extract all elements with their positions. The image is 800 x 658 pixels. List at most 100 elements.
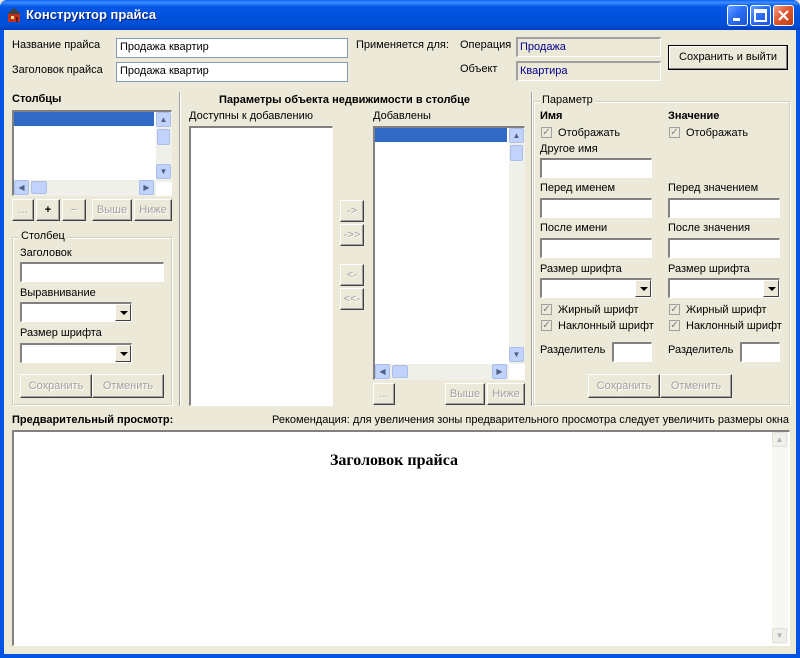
scroll-up-icon[interactable]: ▲: [509, 128, 524, 143]
column-font-size-label: Размер шрифта: [20, 327, 102, 339]
parameter-save-button[interactable]: Сохранить: [588, 374, 660, 398]
show-value-checkbox[interactable]: ✓: [669, 127, 680, 138]
price-name-label: Название прайса: [12, 39, 101, 51]
param-down-button[interactable]: Ниже: [487, 383, 525, 405]
preview-pane[interactable]: Заголовок прайса ▲ ▼: [12, 430, 790, 646]
price-name-input[interactable]: Продажа квартир: [116, 38, 348, 58]
value-bold-checkbox[interactable]: ✓: [669, 304, 680, 315]
app-icon: [7, 8, 21, 22]
move-left-button[interactable]: <-: [340, 264, 364, 286]
scroll-down-icon[interactable]: ▼: [156, 164, 171, 179]
value-separator-input[interactable]: [740, 342, 780, 362]
minimize-icon: [733, 18, 740, 21]
name-font-size-select[interactable]: [540, 278, 652, 298]
parameter-group-title: Параметр: [540, 94, 595, 106]
move-all-left-button[interactable]: <<-: [340, 288, 364, 310]
after-value-input[interactable]: [668, 238, 780, 258]
name-separator-input[interactable]: [612, 342, 652, 362]
scroll-up-icon[interactable]: ▲: [772, 432, 787, 447]
columns-vscrollbar[interactable]: ▲ ▼: [156, 112, 172, 182]
columns-hscrollbar[interactable]: ◀ ▶: [14, 180, 156, 196]
window-title: Конструктор прайса: [26, 7, 157, 22]
available-list[interactable]: [189, 126, 333, 406]
close-icon: [778, 10, 789, 21]
value-column-title: Значение: [668, 110, 720, 122]
move-right-button[interactable]: ->: [340, 200, 364, 222]
column-font-size-select[interactable]: [20, 343, 132, 363]
scroll-thumb[interactable]: [510, 145, 523, 161]
show-name-checkbox[interactable]: ✓: [541, 127, 552, 138]
move-all-right-button[interactable]: ->>: [340, 224, 364, 246]
align-select[interactable]: [20, 302, 132, 322]
preview-price-title: Заголовок прайса: [329, 452, 459, 469]
scroll-down-icon[interactable]: ▼: [772, 628, 787, 643]
scroll-right-icon[interactable]: ▶: [139, 180, 154, 195]
column-header-input[interactable]: [20, 262, 164, 282]
operation-label: Операция: [460, 39, 512, 51]
applies-label: Применяется для:: [356, 39, 449, 51]
scroll-up-icon[interactable]: ▲: [156, 112, 171, 127]
before-name-input[interactable]: [540, 198, 652, 218]
list-item[interactable]: [14, 112, 154, 126]
preview-vscrollbar[interactable]: ▲ ▼: [772, 432, 788, 644]
scroll-right-icon[interactable]: ▶: [492, 364, 507, 379]
scroll-down-icon[interactable]: ▼: [509, 347, 524, 362]
align-label: Выравнивание: [20, 287, 96, 299]
maximize-icon: [754, 9, 767, 22]
minimize-button[interactable]: [727, 5, 748, 26]
show-value-label: Отображать: [686, 127, 749, 139]
scroll-thumb[interactable]: [157, 129, 170, 145]
object-value: Квартира: [516, 61, 661, 81]
main-window: Конструктор прайса Название прайса Прода…: [0, 0, 800, 658]
add-column-button[interactable]: +: [36, 199, 60, 221]
list-item[interactable]: [375, 128, 507, 142]
divider: [179, 92, 181, 406]
scroll-left-icon[interactable]: ◀: [375, 364, 390, 379]
value-italic-checkbox[interactable]: ✓: [669, 320, 680, 331]
name-italic-label: Наклонный шрифт: [558, 320, 654, 332]
title-bar[interactable]: Конструктор прайса: [0, 0, 800, 30]
name-font-size-label: Размер шрифта: [540, 263, 622, 275]
value-bold-label: Жирный шрифт: [686, 304, 767, 316]
before-value-input[interactable]: [668, 198, 780, 218]
columns-title: Столбцы: [12, 93, 62, 105]
name-italic-checkbox[interactable]: ✓: [541, 320, 552, 331]
added-list[interactable]: ▲ ▼ ◀ ▶: [373, 126, 525, 380]
params-dots-button[interactable]: ...: [373, 383, 395, 405]
before-value-label: Перед значением: [668, 182, 759, 194]
parameter-cancel-button[interactable]: Отменить: [660, 374, 732, 398]
after-name-input[interactable]: [540, 238, 652, 258]
chevron-down-icon[interactable]: [763, 280, 779, 297]
column-save-button[interactable]: Сохранить: [20, 374, 92, 398]
chevron-down-icon[interactable]: [115, 304, 131, 321]
chevron-down-icon[interactable]: [635, 280, 651, 297]
column-cancel-button[interactable]: Отменить: [92, 374, 164, 398]
value-font-size-select[interactable]: [668, 278, 780, 298]
chevron-down-icon[interactable]: [115, 345, 131, 362]
save-exit-button[interactable]: Сохранить и выйти: [668, 45, 788, 70]
added-label: Добавлены: [373, 110, 431, 122]
price-header-input[interactable]: Продажа квартир: [116, 62, 348, 82]
column-down-button[interactable]: Ниже: [134, 199, 172, 221]
columns-dots-button[interactable]: ...: [12, 199, 34, 221]
params-title: Параметры объекта недвижимости в столбце: [219, 94, 470, 106]
scroll-left-icon[interactable]: ◀: [14, 180, 29, 195]
maximize-button[interactable]: [750, 5, 771, 26]
column-up-button[interactable]: Выше: [92, 199, 132, 221]
column-group-title: Столбец: [19, 230, 67, 242]
object-label: Объект: [460, 63, 498, 75]
remove-column-button[interactable]: −: [62, 199, 86, 221]
columns-list[interactable]: ▲ ▼ ◀ ▶: [12, 110, 172, 196]
param-up-button[interactable]: Выше: [445, 383, 485, 405]
added-hscrollbar[interactable]: ◀ ▶: [375, 364, 509, 380]
name-bold-checkbox[interactable]: ✓: [541, 304, 552, 315]
close-button[interactable]: [773, 5, 794, 26]
client-area: Название прайса Продажа квартир Заголово…: [4, 30, 796, 654]
preview-title: Предварительный просмотр:: [12, 414, 174, 426]
column-header-label: Заголовок: [20, 247, 72, 259]
value-italic-label: Наклонный шрифт: [686, 320, 782, 332]
scroll-thumb[interactable]: [31, 181, 47, 194]
added-vscrollbar[interactable]: ▲ ▼: [509, 128, 525, 364]
other-name-input[interactable]: [540, 158, 652, 178]
scroll-thumb[interactable]: [392, 365, 408, 378]
